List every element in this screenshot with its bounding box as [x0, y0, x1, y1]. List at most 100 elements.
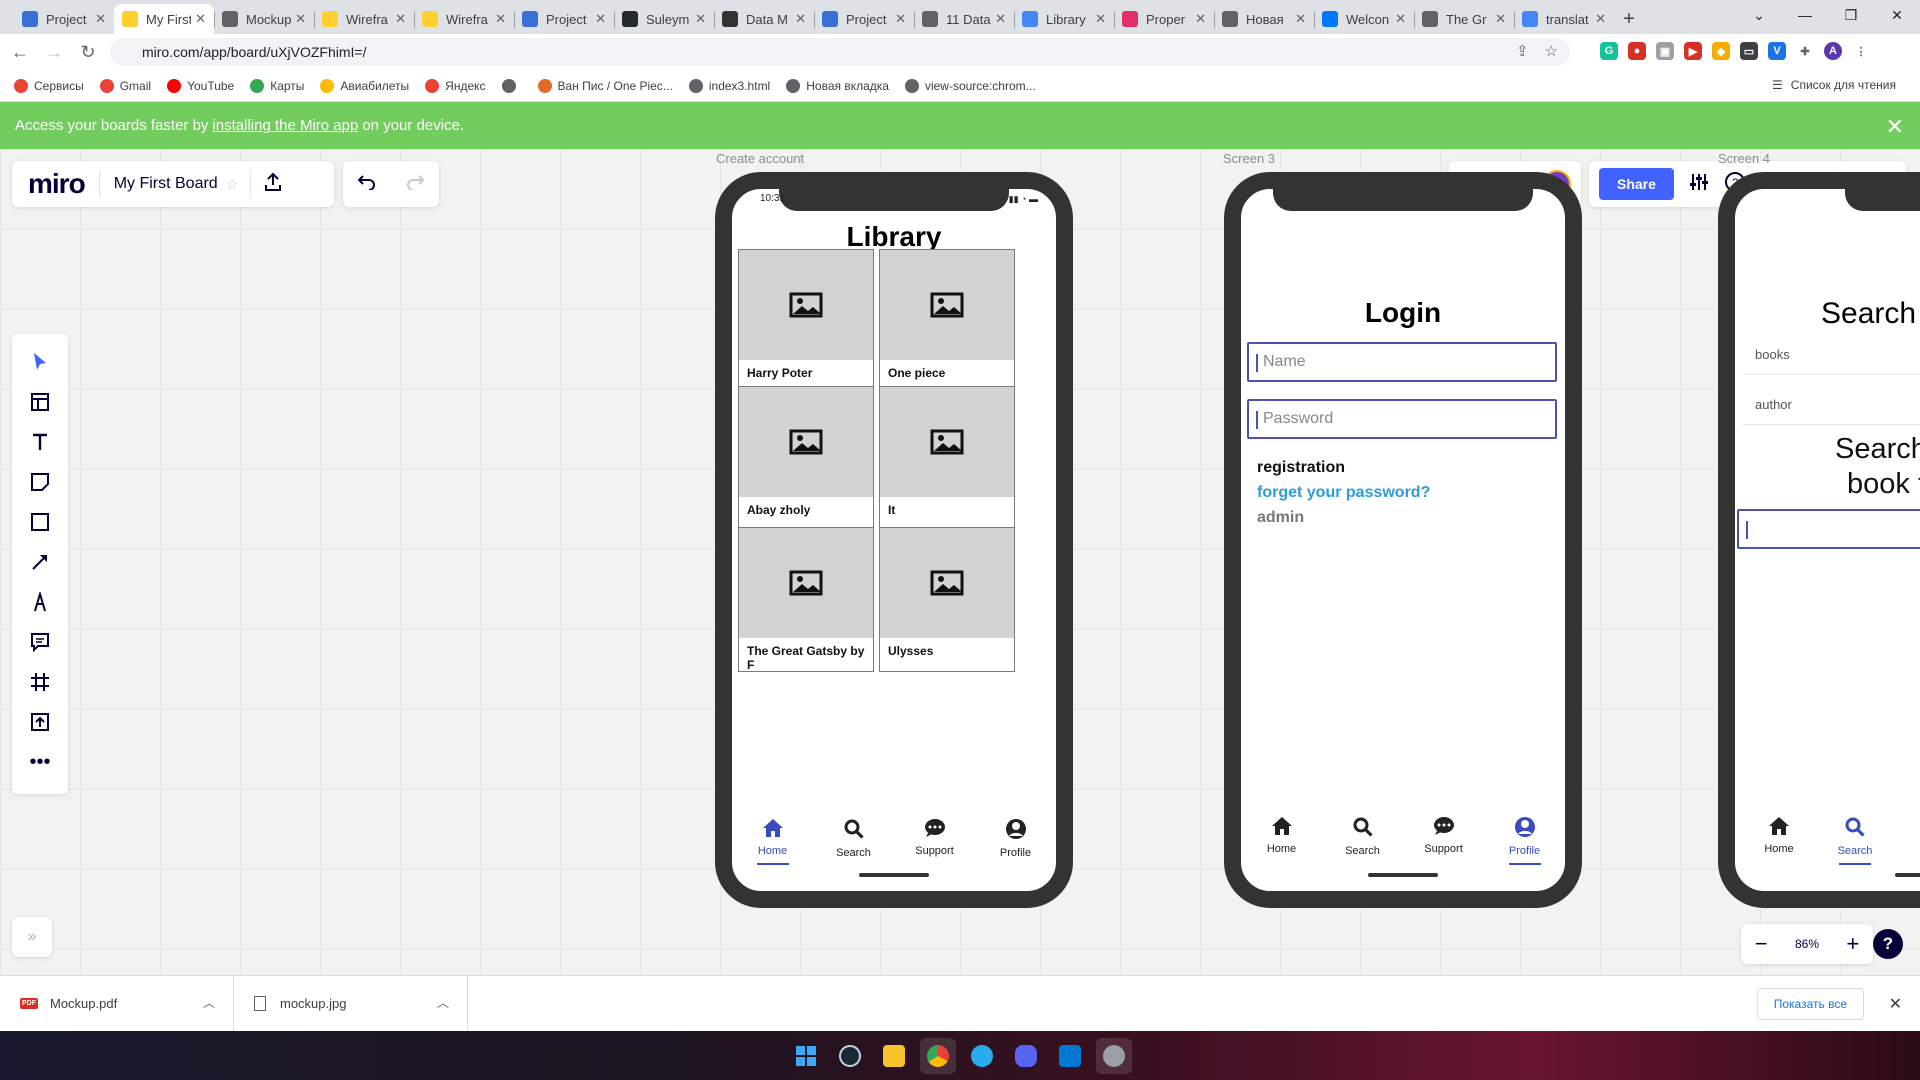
- books-field[interactable]: books: [1743, 335, 1920, 375]
- nav-item[interactable]: Profile: [986, 818, 1046, 865]
- miro-logo[interactable]: miro: [28, 168, 86, 200]
- url-bar[interactable]: miro.com/app/board/uXjVOZFhimI=/ ⇪ ☆: [110, 38, 1570, 66]
- board-name[interactable]: My First Board: [114, 175, 218, 193]
- registration-link[interactable]: registration: [1257, 459, 1345, 477]
- share-page-icon[interactable]: ⇪: [1516, 42, 1529, 60]
- menu-icon[interactable]: ⋮: [1852, 42, 1870, 60]
- frame-label-screen-4[interactable]: Screen 4: [1718, 151, 1770, 166]
- puzzle-icon[interactable]: ✚: [1796, 42, 1814, 60]
- close-banner-icon[interactable]: ✕: [1886, 114, 1904, 140]
- password-field[interactable]: Password: [1247, 399, 1557, 439]
- zoom-out-icon[interactable]: −: [1755, 931, 1768, 957]
- browser-tab[interactable]: Wirefra ✕: [414, 4, 514, 34]
- select-tool-icon[interactable]: [26, 348, 54, 376]
- undo-icon[interactable]: [357, 174, 377, 195]
- download-item-jpg[interactable]: mockup.jpg ︿: [234, 975, 468, 1032]
- book-card[interactable]: Abay zholy: [738, 386, 874, 531]
- vscode-icon[interactable]: [1052, 1038, 1088, 1074]
- minimize-button[interactable]: —: [1782, 0, 1828, 30]
- bookmark-item[interactable]: Ван Пис / One Piec...: [537, 78, 673, 93]
- admin-link[interactable]: admin: [1257, 509, 1304, 527]
- bookmark-star-icon[interactable]: ☆: [1545, 42, 1558, 60]
- browser-tab[interactable]: Suleym ✕: [614, 4, 714, 34]
- phone-library[interactable]: 10:31 ▮▮ ◔ ▬ Library Harry Poter One piec…: [715, 172, 1073, 908]
- close-tab-icon[interactable]: ✕: [1195, 11, 1206, 27]
- settings-icon[interactable]: [1096, 1037, 1132, 1074]
- frame-label-create-account[interactable]: Create account: [716, 151, 804, 166]
- new-tab-button[interactable]: +: [1614, 4, 1644, 34]
- close-tab-icon[interactable]: ✕: [695, 11, 706, 27]
- bookmark-item[interactable]: Авиабилеты: [320, 78, 409, 93]
- close-tab-icon[interactable]: ✕: [95, 11, 106, 27]
- shape-tool-icon[interactable]: [26, 508, 54, 536]
- steam-icon[interactable]: [832, 1038, 868, 1074]
- nav-item[interactable]: Search: [1333, 816, 1393, 865]
- author-field[interactable]: author: [1743, 385, 1920, 425]
- browser-tab[interactable]: Project ✕: [514, 4, 614, 34]
- board-canvas[interactable]: miro My First Board ☆ A Share ?: [0, 149, 1920, 975]
- share-button[interactable]: Share: [1599, 168, 1674, 200]
- bookmark-item[interactable]: Gmail: [99, 78, 151, 93]
- close-tab-icon[interactable]: ✕: [1595, 11, 1606, 27]
- reload-button[interactable]: ↻: [74, 42, 102, 63]
- bookmark-item[interactable]: Сервисы: [14, 78, 84, 93]
- maximize-button[interactable]: ❐: [1828, 0, 1874, 30]
- grammarly-icon[interactable]: G: [1600, 42, 1618, 60]
- bookmark-item[interactable]: YouTube: [167, 78, 234, 93]
- browser-tab[interactable]: Proper ✕: [1114, 4, 1214, 34]
- frame-label-screen-3[interactable]: Screen 3: [1223, 151, 1275, 166]
- more-tools-icon[interactable]: •••: [26, 748, 54, 776]
- bookmark-item[interactable]: view-source:chrom...: [904, 78, 1036, 93]
- extension-icon[interactable]: ▶: [1684, 42, 1702, 60]
- nav-item[interactable]: Search: [1825, 816, 1885, 865]
- nav-item[interactable]: Home: [743, 818, 803, 865]
- upload-tool-icon[interactable]: [26, 708, 54, 736]
- zoom-in-icon[interactable]: +: [1846, 931, 1859, 957]
- close-download-bar-icon[interactable]: ✕: [1889, 994, 1902, 1014]
- zoom-level[interactable]: 86%: [1795, 937, 1819, 951]
- favorite-star-icon[interactable]: ☆: [226, 176, 239, 193]
- chrome-icon[interactable]: [920, 1037, 956, 1074]
- settings-sliders-icon[interactable]: [1688, 171, 1710, 198]
- book-card[interactable]: One piece: [879, 249, 1015, 394]
- bookmark-item[interactable]: Яндекс: [425, 78, 486, 93]
- close-tab-icon[interactable]: ✕: [395, 11, 406, 27]
- discord-icon[interactable]: [1008, 1038, 1044, 1074]
- nav-item[interactable]: Home: [1252, 816, 1312, 865]
- browser-tab[interactable]: translat ✕: [1514, 4, 1614, 34]
- browser-tab[interactable]: My First ✕: [114, 4, 214, 34]
- chevron-up-icon[interactable]: ︿: [437, 994, 449, 1011]
- nav-item[interactable]: S: [1901, 816, 1920, 865]
- profile-avatar[interactable]: A: [1824, 42, 1842, 60]
- help-circle-button[interactable]: ?: [1873, 929, 1903, 959]
- close-tab-icon[interactable]: ✕: [995, 11, 1006, 27]
- phone-login[interactable]: Login Name Password registration forget …: [1224, 172, 1582, 908]
- expand-panel-button[interactable]: »: [12, 917, 52, 957]
- bookmark-item[interactable]: Карты: [250, 78, 304, 93]
- close-tab-icon[interactable]: ✕: [1095, 11, 1106, 27]
- chevron-up-icon[interactable]: ︿: [203, 994, 215, 1011]
- close-tab-icon[interactable]: ✕: [295, 11, 306, 27]
- book-card[interactable]: Ulysses: [879, 527, 1015, 672]
- browser-tab[interactable]: 11 Data ✕: [914, 4, 1014, 34]
- install-app-link[interactable]: installing the Miro app: [212, 117, 358, 134]
- browser-tab[interactable]: Data M ✕: [714, 4, 814, 34]
- chevron-down-icon[interactable]: ⌄: [1736, 0, 1782, 30]
- close-tab-icon[interactable]: ✕: [1395, 11, 1406, 27]
- connection-line-tool-icon[interactable]: [26, 548, 54, 576]
- telegram-icon[interactable]: [964, 1038, 1000, 1074]
- close-tab-icon[interactable]: ✕: [1495, 11, 1506, 27]
- browser-tab[interactable]: Project ✕: [14, 4, 114, 34]
- bookmark-item[interactable]: [501, 78, 522, 93]
- show-all-downloads-button[interactable]: Показать все: [1756, 988, 1864, 1020]
- extension-icon[interactable]: ◆: [1712, 42, 1730, 60]
- redo-icon[interactable]: [405, 174, 425, 195]
- extension-icon[interactable]: ●: [1628, 42, 1646, 60]
- browser-tab[interactable]: The Gr ✕: [1414, 4, 1514, 34]
- browser-tab[interactable]: Welcon ✕: [1314, 4, 1414, 34]
- export-icon[interactable]: [263, 172, 283, 197]
- templates-tool-icon[interactable]: [26, 388, 54, 416]
- nav-item[interactable]: Support: [1414, 816, 1474, 865]
- comment-tool-icon[interactable]: [26, 628, 54, 656]
- browser-tab[interactable]: Library ✕: [1014, 4, 1114, 34]
